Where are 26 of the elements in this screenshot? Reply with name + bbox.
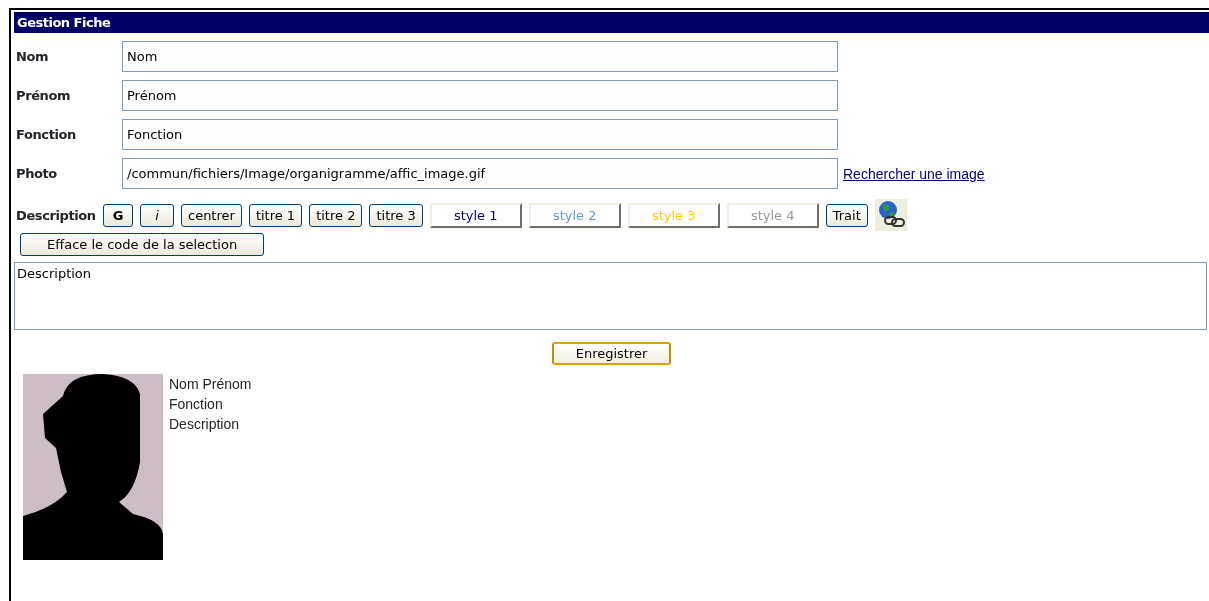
text-field[interactable]: Fonction (122, 119, 838, 150)
format-button[interactable]: titre 2 (309, 203, 363, 227)
search-image-link[interactable]: Rechercher une image (843, 165, 985, 182)
preview-text: Nom Prénom (169, 375, 252, 394)
description-textarea[interactable]: Description (14, 262, 1207, 330)
save-button[interactable]: Enregistrer (551, 342, 672, 365)
field-label: Photo (15, 166, 58, 181)
format-button[interactable]: Trait (825, 203, 868, 227)
bold-button[interactable]: G (102, 203, 134, 227)
style-button[interactable]: style 1 (429, 202, 522, 228)
panel-title: Gestion Fiche (14, 12, 1209, 33)
field-label: Fonction (15, 127, 77, 142)
text-field[interactable]: Prénom (122, 80, 838, 111)
italic-button[interactable]: i (140, 203, 174, 227)
format-button[interactable]: titre 1 (248, 203, 303, 227)
field-label: Description (15, 207, 96, 223)
text-field[interactable]: Nom (122, 41, 838, 72)
format-button[interactable]: titre 3 (369, 203, 423, 227)
preview-text: Description (169, 415, 241, 434)
globe-link-icon[interactable] (874, 199, 907, 231)
text-field[interactable]: /commun/fichiers/Image/organigramme/affic_image.gif (122, 158, 838, 189)
preview-text: Fonction (169, 395, 224, 414)
format-button[interactable]: centrer (181, 203, 242, 227)
field-label: Nom (15, 49, 50, 64)
field-label: Prénom (15, 88, 72, 103)
clear-code-button[interactable]: Efface le code de la selection (20, 233, 265, 256)
